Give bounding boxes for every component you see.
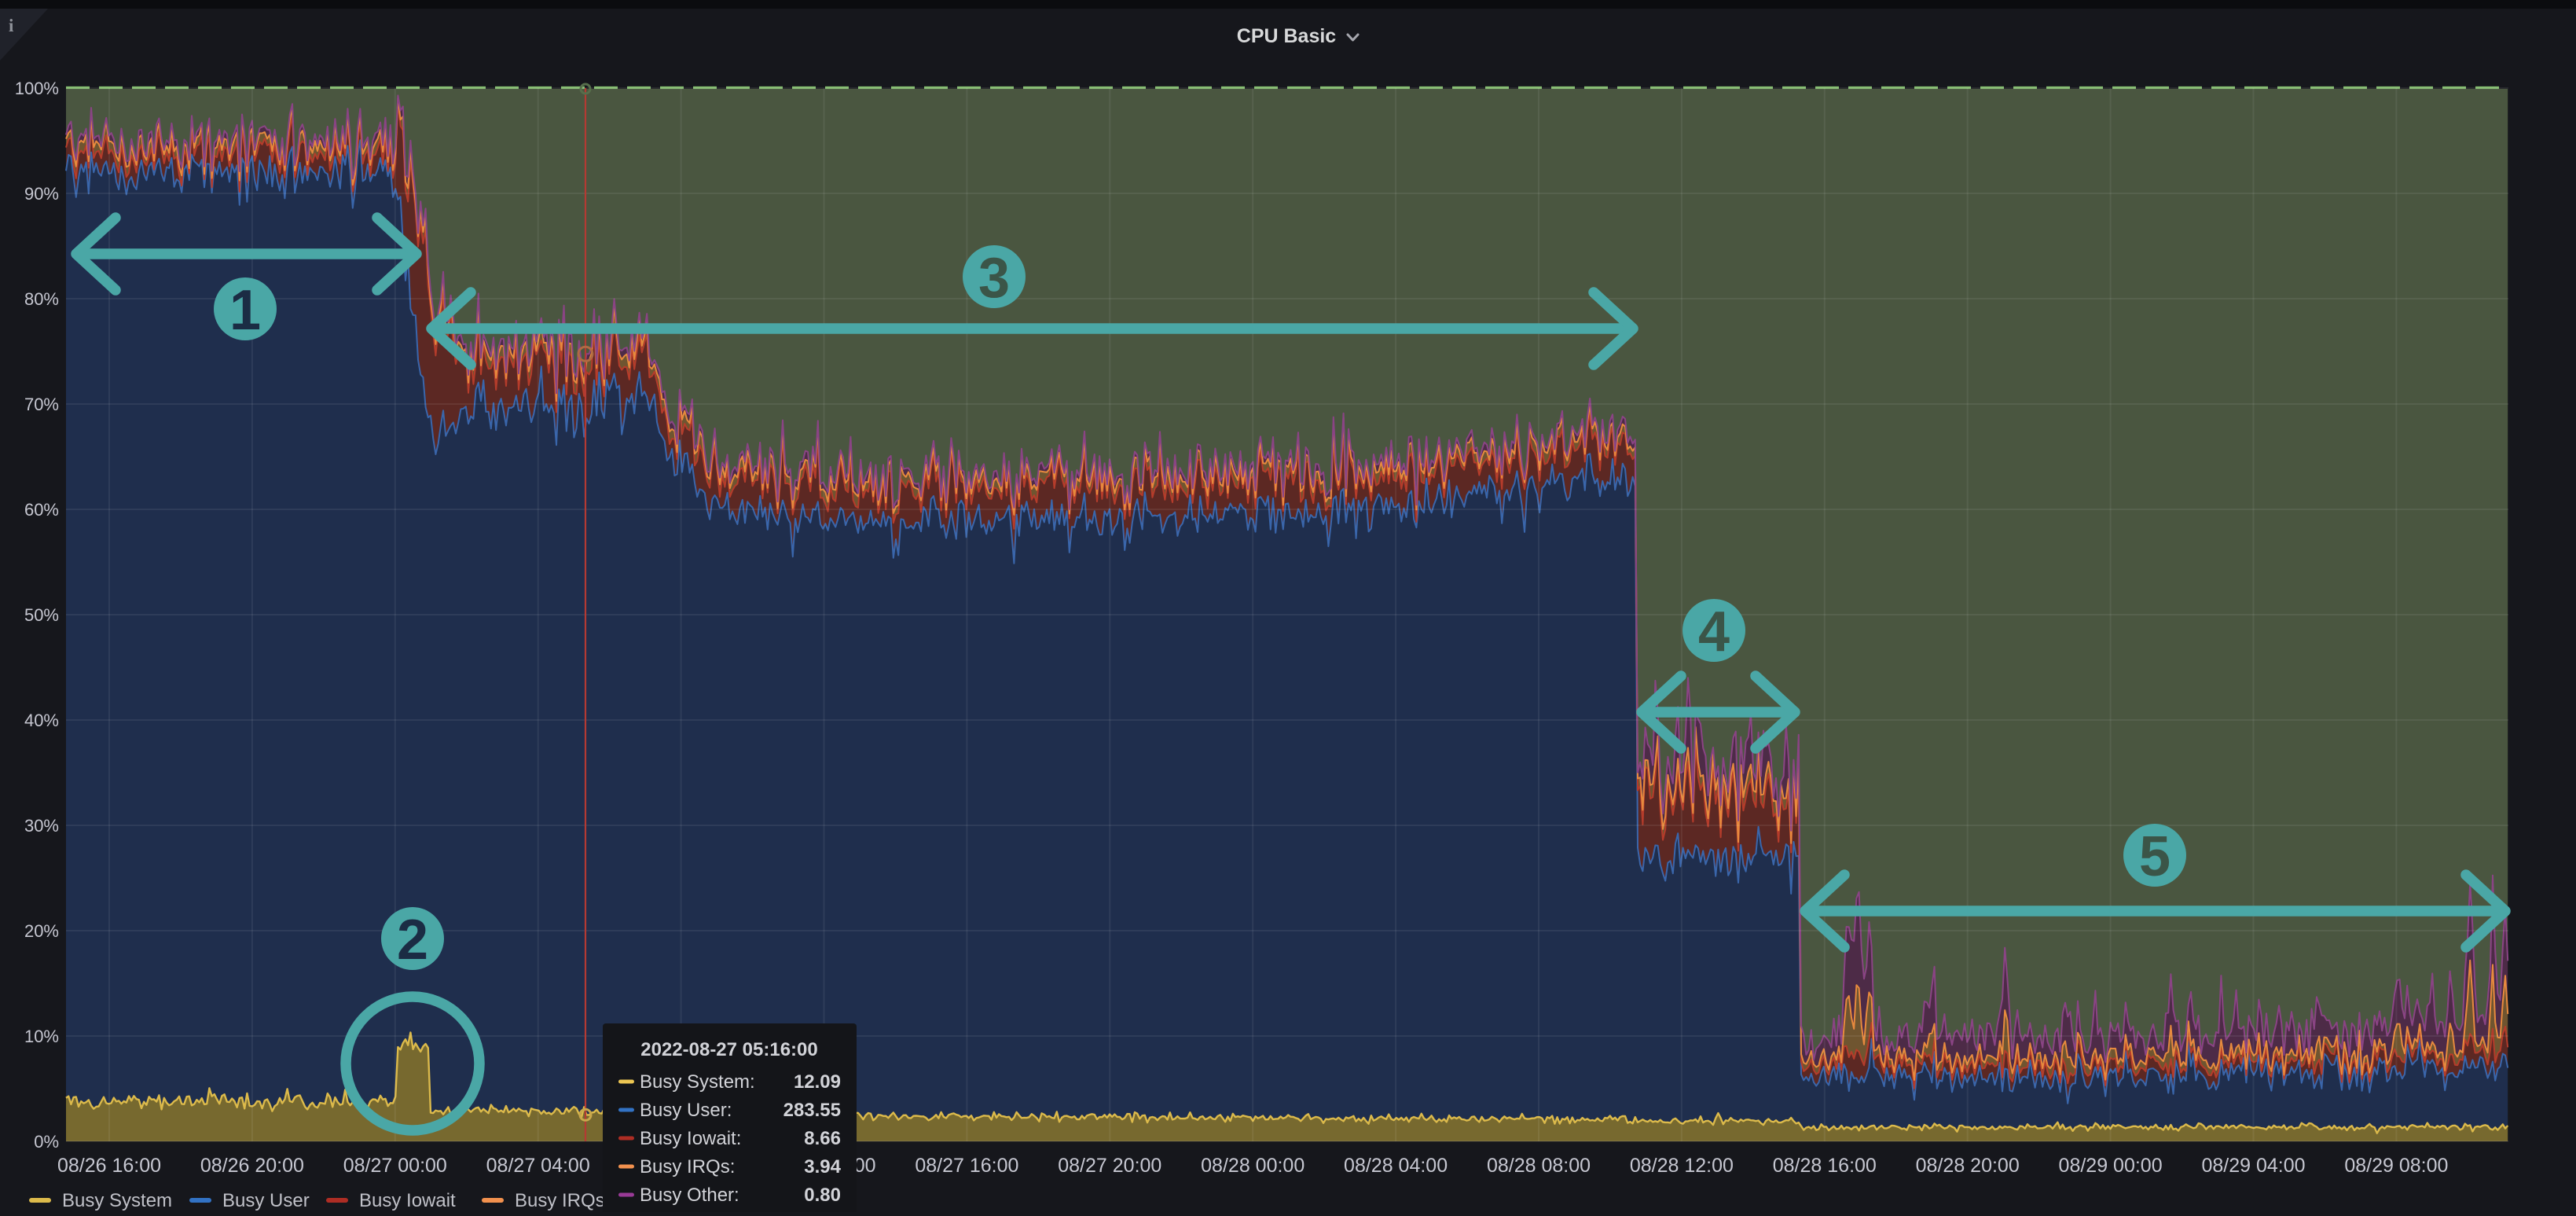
svg-text:50%: 50%	[24, 605, 59, 625]
svg-text:70%: 70%	[24, 395, 59, 414]
svg-text:0.80: 0.80	[804, 1185, 841, 1206]
svg-text:100%: 100%	[15, 79, 59, 98]
svg-text:08/28 16:00: 08/28 16:00	[1773, 1155, 1877, 1177]
svg-text:Busy User: Busy User	[222, 1190, 310, 1211]
svg-text:0%: 0%	[34, 1132, 59, 1152]
svg-text:08/26 20:00: 08/26 20:00	[200, 1155, 304, 1177]
svg-text:08/29 04:00: 08/29 04:00	[2201, 1155, 2305, 1177]
svg-text:8.66: 8.66	[804, 1128, 841, 1149]
svg-text:Busy IRQs: Busy IRQs	[515, 1190, 605, 1211]
svg-text:60%: 60%	[24, 500, 59, 520]
svg-text:08/27 00:00: 08/27 00:00	[343, 1155, 447, 1177]
svg-text:08/29 00:00: 08/29 00:00	[2059, 1155, 2163, 1177]
svg-text:5: 5	[2139, 825, 2171, 888]
svg-text:90%: 90%	[24, 184, 59, 204]
svg-text:08/29 08:00: 08/29 08:00	[2344, 1155, 2448, 1177]
svg-text:Busy Other:: Busy Other:	[640, 1185, 739, 1206]
svg-text:Busy System: Busy System	[62, 1190, 172, 1211]
svg-text:Busy System:: Busy System:	[640, 1071, 755, 1093]
svg-text:30%: 30%	[24, 816, 59, 836]
svg-text:20%: 20%	[24, 921, 59, 941]
svg-text:Busy Iowait:: Busy Iowait:	[640, 1128, 741, 1149]
svg-text:283.55: 283.55	[783, 1100, 841, 1121]
svg-text:08/28 12:00: 08/28 12:00	[1630, 1155, 1734, 1177]
svg-text:40%: 40%	[24, 711, 59, 730]
svg-text:08/28 20:00: 08/28 20:00	[1916, 1155, 2020, 1177]
svg-text:12.09: 12.09	[794, 1071, 841, 1093]
svg-text:08/28 00:00: 08/28 00:00	[1201, 1155, 1305, 1177]
svg-text:80%: 80%	[24, 289, 59, 309]
svg-text:Busy Iowait: Busy Iowait	[359, 1190, 456, 1211]
svg-text:CPU Basic: CPU Basic	[1237, 25, 1337, 47]
svg-text:4: 4	[1698, 601, 1730, 663]
svg-text:08/28 04:00: 08/28 04:00	[1344, 1155, 1448, 1177]
svg-text:Busy IRQs:: Busy IRQs:	[640, 1156, 735, 1177]
svg-text:08/27 20:00: 08/27 20:00	[1058, 1155, 1161, 1177]
svg-text:Busy User:: Busy User:	[640, 1100, 732, 1121]
svg-text:08/27 16:00: 08/27 16:00	[915, 1155, 1018, 1177]
svg-text:2022-08-27 05:16:00: 2022-08-27 05:16:00	[640, 1039, 818, 1060]
svg-text:3: 3	[978, 247, 1010, 310]
svg-text:2: 2	[397, 909, 428, 972]
svg-text:08/26 16:00: 08/26 16:00	[57, 1155, 161, 1177]
svg-text:3.94: 3.94	[804, 1156, 841, 1177]
svg-text:08/27 04:00: 08/27 04:00	[486, 1155, 590, 1177]
svg-text:1: 1	[229, 279, 261, 342]
svg-text:08/28 08:00: 08/28 08:00	[1487, 1155, 1591, 1177]
svg-text:10%: 10%	[24, 1027, 59, 1046]
svg-text:i: i	[9, 16, 14, 35]
